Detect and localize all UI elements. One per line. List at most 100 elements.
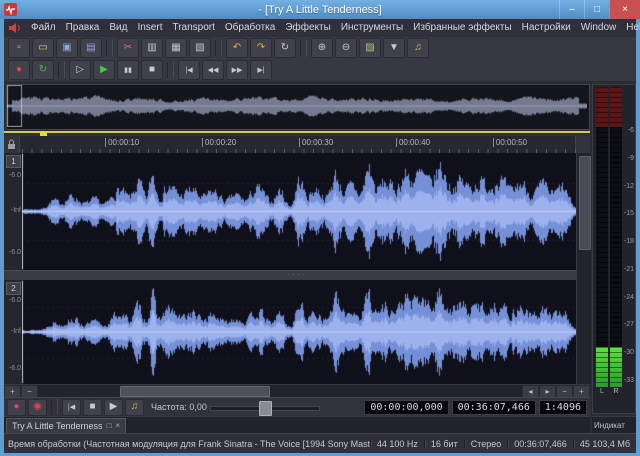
go-to-start-button[interactable]: |◀ [62,399,81,416]
play-button[interactable]: ▶ [104,399,123,416]
undo-icon: ↶ [233,43,241,53]
play-button[interactable]: ▶ [93,60,115,80]
meter-bar-left[interactable] [596,87,608,387]
vscroll-thumb[interactable] [579,156,591,250]
menu-item-view[interactable]: Вид [104,19,132,37]
db-scale-label: -Inf [4,207,21,214]
menu-item-effects[interactable]: Эффекты [280,19,335,37]
paste-button[interactable]: ▦ [165,38,187,58]
toolbar-separator [51,399,58,415]
spectrum-button[interactable]: ▨ [359,38,381,58]
play-icon: ▶ [100,65,108,75]
play-all-button[interactable]: ▷ [69,60,91,80]
meter-scale-label: -21 [621,266,634,273]
rate-slider[interactable] [210,401,320,414]
time-ruler[interactable]: 00:00:1000:00:2000:00:3000:00:4000:00:50 [4,136,590,154]
meter-right-channel-label: R [610,388,622,395]
meter-scale-label: -33 [621,377,634,384]
rate-slider-thumb[interactable] [259,401,272,416]
status-sample-rate: 44 100 Hz [370,439,424,449]
hscroll-thumb[interactable] [120,386,270,397]
stop-button[interactable]: ■ [83,399,102,416]
meter-scale-label: -6 [621,127,634,134]
stop-button[interactable]: ■ [141,60,163,80]
menu-item-edit[interactable]: Правка [61,19,105,37]
overview-waveform[interactable] [7,85,587,127]
menu-item-help[interactable]: Help [621,19,640,37]
horizontal-scrollbar: + − ◂ ▸ − + [4,384,590,398]
cursor-position-display[interactable]: 00:00:00,000 [364,400,448,415]
go-to-start-button[interactable]: |◀ [178,60,200,80]
redo-button[interactable]: ↷ [250,38,272,58]
zoom-out-button[interactable]: ⊖ [335,38,357,58]
copy-button[interactable]: ▥ [141,38,163,58]
monitor-button[interactable]: ♫ [407,38,429,58]
vertical-scrollbar[interactable] [576,153,591,384]
stop-icon: ■ [89,402,95,412]
record-icon: ● [16,65,22,75]
menu-item-file[interactable]: Файл [26,19,61,37]
waveform-channel-1[interactable] [22,154,576,269]
ruler-time-label: 00:00:10 [105,138,139,147]
monitor-button[interactable]: ♫ [125,399,144,416]
loop-playback-icon: ↻ [39,65,47,75]
repeat-button[interactable]: ↻ [274,38,296,58]
minimize-button[interactable]: – [559,0,584,19]
channel-1-gutter: 1-6.0-Inf-6.0 [4,153,23,270]
channel-1-track[interactable]: 1-6.0-Inf-6.0 [4,153,590,270]
meter-scale-label: -9 [621,155,634,162]
menu-item-process[interactable]: Обработка [220,19,280,37]
window-controls: – □ × [559,0,640,19]
selection-end-display[interactable]: 00:36:07,466 [452,400,536,415]
zoom-ratio-display[interactable]: 1:4096 [539,400,587,415]
cut-button[interactable]: ✂ [117,38,139,58]
document-tab[interactable]: Try A Little Tenderness □ × [6,418,126,434]
playback-bottom-bar: ●◉|◀■▶♫ Частота: 0,00 00:00:00,000 00:36… [4,397,590,416]
meter-scale-label: -24 [621,294,634,301]
record-remote-button[interactable]: ◉ [28,399,47,416]
go-to-end-button[interactable]: ▶| [250,60,272,80]
channel-2-track[interactable]: 2-6.0-Inf-6.0 [4,280,590,384]
app-icon [4,3,17,16]
meter-panel-title: Индикат [592,416,636,433]
title-bar[interactable]: - [Try A Little Tenderness] – □ × [0,0,640,19]
waveform-channel-2[interactable] [22,281,576,383]
forward-button[interactable]: ▶▶ [226,60,248,80]
tab-restore-icon[interactable]: □ [107,421,112,430]
snap-lock-button[interactable] [4,136,20,153]
document-tab-bar: Try A Little Tenderness □ × [4,416,590,434]
db-scale-label: -6.0 [4,365,21,372]
new-file-button[interactable]: ▫ [8,38,30,58]
record-button[interactable]: ● [8,60,30,80]
ruler-corner-button[interactable] [575,136,590,153]
channel-2-number-button[interactable]: 2 [6,282,21,295]
menu-item-transport[interactable]: Transport [167,19,219,37]
record-icon: ● [13,402,19,412]
mini-transport: ● ◉ |◀ ■ ▶♫ [7,399,144,416]
menu-item-tools[interactable]: Инструменты [336,19,408,37]
undo-button[interactable]: ↶ [226,38,248,58]
meter-scale-label: -12 [621,183,634,190]
zoom-in-button[interactable]: ⊕ [311,38,333,58]
marker-button[interactable]: ▼ [383,38,405,58]
tab-close-icon[interactable]: × [115,421,120,430]
channel-1-number-button[interactable]: 1 [6,155,21,168]
pause-button[interactable]: ▮▮ [117,60,139,80]
record-button[interactable]: ● [7,399,26,416]
menu-item-insert[interactable]: Insert [132,19,167,37]
menu-item-window[interactable]: Window [576,19,622,37]
save-as-button[interactable]: ▤ [80,38,102,58]
close-button[interactable]: × [609,0,640,19]
menu-items: ФайлПравкаВидInsertTransportОбработкаЭфф… [26,19,640,37]
maximize-button[interactable]: □ [584,0,609,19]
loop-playback-button[interactable]: ↻ [32,60,54,80]
overview-strip[interactable] [6,84,590,130]
meter-left-channel-label: L [596,388,608,395]
menu-item-favorite-effects[interactable]: Избранные эффекты [408,19,516,37]
open-file-button[interactable]: ▭ [32,38,54,58]
save-button[interactable]: ▣ [56,38,78,58]
rewind-button[interactable]: ◀◀ [202,60,224,80]
menu-item-options[interactable]: Настройки [517,19,576,37]
trim-button[interactable]: ▧ [189,38,211,58]
toolbar-separator [300,40,307,56]
